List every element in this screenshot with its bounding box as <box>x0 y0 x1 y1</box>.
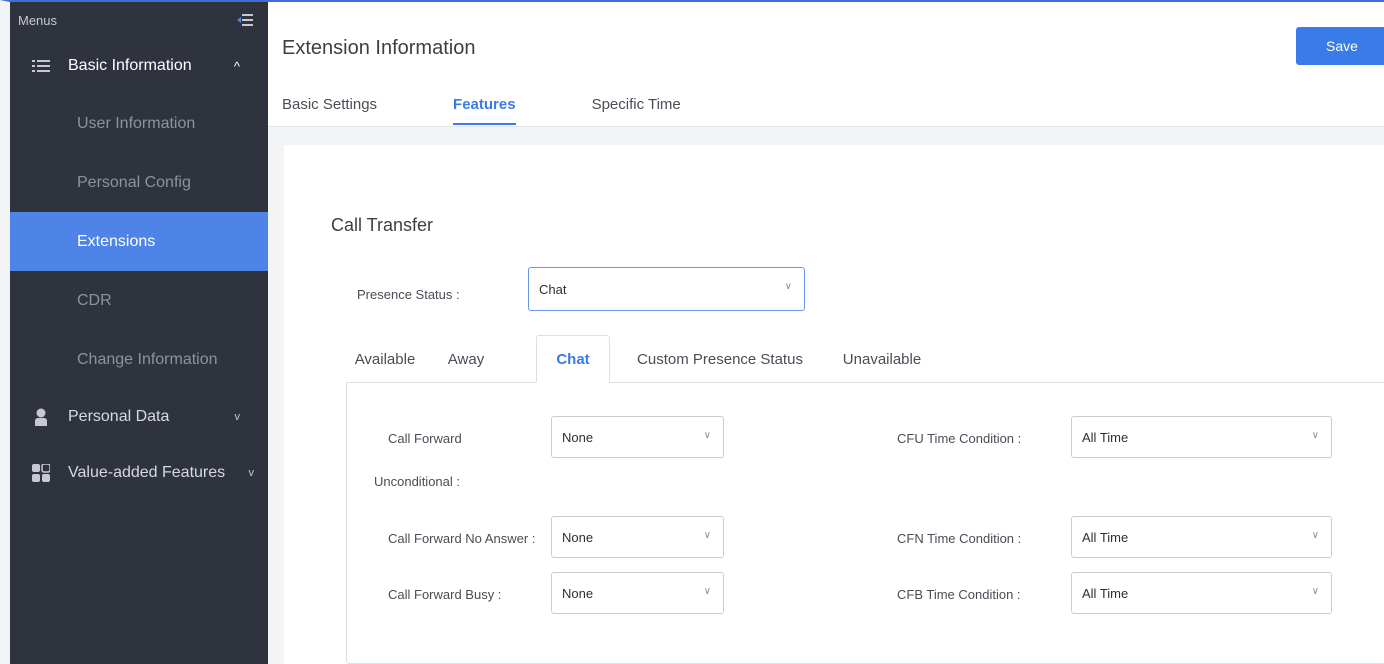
tab-away[interactable]: Away <box>434 335 498 383</box>
sidebar-group-label: Personal Data <box>68 408 170 425</box>
chevron-down-icon: ∨ <box>703 586 711 597</box>
grid-icon <box>32 464 50 482</box>
tab-features[interactable]: Features <box>453 96 516 125</box>
chevron-down-icon: ∨ <box>784 281 792 292</box>
cfb-time-condition-select[interactable]: All Time ∨ <box>1071 572 1332 614</box>
sidebar: Menus Basic Information ^ User Informati… <box>10 2 268 664</box>
chevron-down-icon: ∨ <box>703 430 711 441</box>
tab-available[interactable]: Available <box>346 335 424 383</box>
collapse-menu-icon[interactable] <box>236 13 254 27</box>
call-forward-no-answer-select[interactable]: None ∨ <box>551 516 724 558</box>
cfu-label-line1: Call Forward <box>388 431 462 446</box>
sidebar-group-personal-data[interactable]: Personal Data v <box>10 389 268 445</box>
content-card: Call Transfer Presence Status : Chat ∨ A… <box>284 145 1384 664</box>
tab-chat[interactable]: Chat <box>536 335 610 383</box>
chevron-down-icon: v <box>234 411 241 423</box>
cfu-time-label: CFU Time Condition : <box>897 431 1022 446</box>
sidebar-group-basic-information[interactable]: Basic Information ^ <box>10 38 268 94</box>
header: Extension Information Save Basic Setting… <box>268 2 1384 127</box>
page-title: Extension Information <box>282 37 476 59</box>
tab-unavailable[interactable]: Unavailable <box>832 335 932 383</box>
sidebar-group-label: Value-added Features <box>68 464 226 481</box>
main-area: Extension Information Save Basic Setting… <box>268 2 1384 664</box>
cfn-label: Call Forward No Answer : <box>388 531 536 546</box>
list-icon <box>32 57 50 75</box>
chevron-down-icon: ∨ <box>703 530 711 541</box>
select-value: None <box>562 429 594 445</box>
sidebar-group-label: Basic Information <box>68 57 192 74</box>
header-tabs: Basic Settings Features Specific Time <box>282 96 757 125</box>
chevron-up-icon: ^ <box>233 58 240 74</box>
cfb-time-label: CFB Time Condition : <box>897 587 1021 602</box>
presence-status-label: Presence Status : <box>357 287 460 302</box>
save-button[interactable]: Save <box>1296 27 1384 65</box>
tab-custom-presence-status[interactable]: Custom Presence Status <box>622 335 818 383</box>
sidebar-item-user-information[interactable]: User Information <box>10 94 268 153</box>
cfb-label: Call Forward Busy : <box>388 587 502 602</box>
cfu-label-line2: Unconditional : <box>374 474 460 489</box>
chevron-down-icon: v <box>248 467 255 479</box>
select-value: All Time <box>1082 585 1129 601</box>
sidebar-item-cdr[interactable]: CDR <box>10 271 268 330</box>
tab-specific-time[interactable]: Specific Time <box>592 96 681 121</box>
person-icon <box>32 408 50 426</box>
chevron-down-icon: ∨ <box>1311 430 1319 441</box>
select-value: All Time <box>1082 529 1129 545</box>
menus-label: Menus <box>18 12 58 28</box>
cfu-time-condition-select[interactable]: All Time ∨ <box>1071 416 1332 458</box>
select-value: Chat <box>539 281 567 297</box>
sidebar-group-value-added-features[interactable]: Value-added Features v <box>10 445 268 501</box>
cfn-time-condition-select[interactable]: All Time ∨ <box>1071 516 1332 558</box>
sidebar-item-extensions[interactable]: Extensions <box>10 212 268 271</box>
sidebar-item-change-information[interactable]: Change Information <box>10 330 268 389</box>
tab-basic-settings[interactable]: Basic Settings <box>282 96 377 121</box>
select-value: None <box>562 585 594 601</box>
presence-tabs: Available Away Chat Custom Presence Stat… <box>346 335 1384 383</box>
presence-status-select[interactable]: Chat ∨ <box>528 267 805 311</box>
chevron-down-icon: ∨ <box>1311 530 1319 541</box>
call-forward-unconditional-select[interactable]: None ∨ <box>551 416 724 458</box>
chevron-down-icon: ∨ <box>1311 586 1319 597</box>
cfn-time-label: CFN Time Condition : <box>897 531 1022 546</box>
sidebar-header: Menus <box>10 2 268 38</box>
call-forward-busy-select[interactable]: None ∨ <box>551 572 724 614</box>
select-value: All Time <box>1082 429 1129 445</box>
select-value: None <box>562 529 594 545</box>
section-title: Call Transfer <box>331 215 434 235</box>
sidebar-item-personal-config[interactable]: Personal Config <box>10 153 268 212</box>
